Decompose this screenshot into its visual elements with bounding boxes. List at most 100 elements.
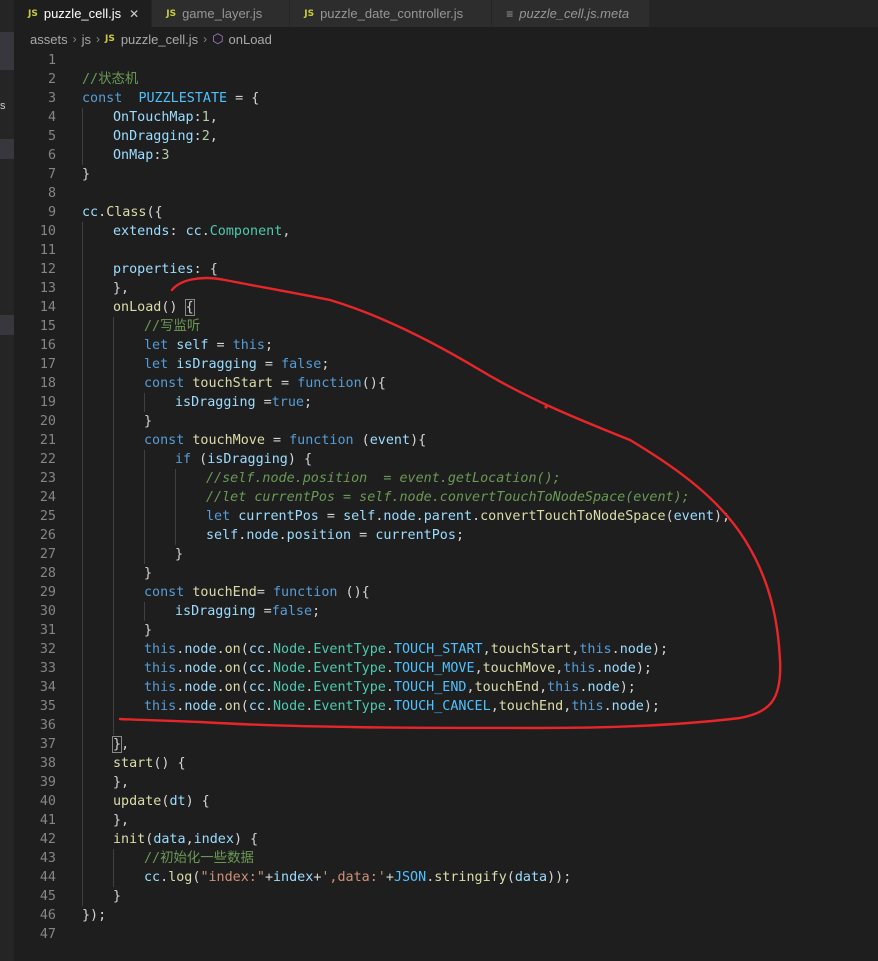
code-line[interactable]: 44 cc.log("index:"+index+',data:'+JSON.st… (14, 868, 878, 887)
tab-puzzle-cell-js[interactable]: JS puzzle_cell.js ✕ (14, 0, 153, 27)
indent-guide (82, 108, 83, 127)
code-line[interactable]: 9 cc.Class({ (14, 203, 878, 222)
code-token: Class (106, 205, 147, 220)
code-token: node (619, 642, 652, 657)
code-line[interactable]: 27} (14, 545, 878, 564)
code-line[interactable]: 39}, (14, 773, 878, 792)
code-line[interactable]: 29 const touchEnd= function (){ (14, 583, 878, 602)
line-number: 1 (47, 53, 56, 68)
code-token: = (264, 433, 290, 448)
code-token: ; (312, 604, 321, 619)
line-number: 19 (39, 395, 56, 410)
code-line[interactable]: 4 OnTouchMap:1, (14, 108, 878, 127)
tab-puzzle-cell-js-meta[interactable]: ≡ puzzle_cell.js.meta (492, 0, 651, 27)
code-token: ); (651, 642, 669, 657)
code-token: this (144, 661, 177, 676)
indent-guide (113, 716, 114, 735)
code-line[interactable]: 6 OnMap:3 (14, 146, 878, 165)
code-line[interactable]: 42 init(data,index) { (14, 830, 878, 849)
breadcrumb-item-assets[interactable]: assets (30, 32, 68, 47)
code-line[interactable]: 36 (14, 716, 878, 735)
code-line[interactable]: 1 (14, 51, 878, 70)
code-line[interactable]: 38 start() { (14, 754, 878, 773)
code-line[interactable]: 43 //初始化一些数据 (14, 849, 878, 868)
tab-puzzle-date-controller-js[interactable]: JS puzzle_date_controller.js (290, 0, 493, 27)
code-line[interactable]: 20} (14, 412, 878, 431)
tab-game-layer-js[interactable]: JS game_layer.js (152, 0, 291, 27)
code-line[interactable]: 40 update(dt) { (14, 792, 878, 811)
code-line[interactable]: 28} (14, 564, 878, 583)
code-token: } (82, 167, 91, 182)
code-line[interactable]: 14 onLoad() { (14, 298, 878, 317)
code-token: ( (240, 699, 249, 714)
code-line[interactable]: 16 let self = this; (14, 336, 878, 355)
code-line[interactable]: 8 (14, 184, 878, 203)
code-token: , (482, 642, 491, 657)
code-line[interactable]: 46}); (14, 906, 878, 925)
code-line[interactable]: 45} (14, 887, 878, 906)
code-line[interactable]: 18 const touchStart = function(){ (14, 374, 878, 393)
code-line[interactable]: 37}, (14, 735, 878, 754)
code-text: //状态机 (82, 70, 138, 89)
line-number: 3 (47, 91, 56, 106)
code-editor[interactable]: 1 2//状态机 3 const PUZZLESTATE = {4 OnTouchMap… (14, 51, 878, 961)
indent-guide (113, 564, 114, 583)
code-line[interactable]: 26 self.node.position = currentPos; (14, 526, 878, 545)
code-line[interactable]: 23 //self.node.position = event.getLocati… (14, 469, 878, 488)
code-line[interactable]: 3 const PUZZLESTATE = { (14, 89, 878, 108)
code-line[interactable]: 2 //状态机 (14, 70, 878, 89)
code-line[interactable]: 10 extends: cc.Component, (14, 222, 878, 241)
code-line[interactable]: 13}, (14, 279, 878, 298)
code-line[interactable]: 34 this.node.on(cc.Node.EventType.TOUCH_E… (14, 678, 878, 697)
indent-guide (144, 488, 145, 507)
code-line[interactable]: 31} (14, 621, 878, 640)
code-token: Node (273, 642, 306, 657)
code-token: ); (643, 699, 660, 714)
code-line[interactable]: 15 //写监听 (14, 317, 878, 336)
code-token: let (144, 357, 169, 372)
code-token: . (415, 509, 424, 524)
code-token: let (206, 509, 231, 524)
code-line[interactable]: 25 let currentPos = self.node.parent.conv… (14, 507, 878, 526)
chevron-right-icon: › (72, 32, 77, 46)
code-line[interactable]: 12 properties: { (14, 260, 878, 279)
code-text: OnDragging:2, (113, 127, 218, 146)
code-line[interactable]: 33 this.node.on(cc.Node.EventType.TOUCH_M… (14, 659, 878, 678)
code-token: OnTouchMap (113, 110, 194, 125)
breadcrumb-item-symbol[interactable]: onLoad (229, 32, 272, 47)
code-text: cc.log("index:"+index+',data:'+JSON.stri… (144, 868, 571, 887)
code-line[interactable]: 11 (14, 241, 878, 260)
code-token: , (466, 680, 475, 695)
tab-label: puzzle_date_controller.js (320, 6, 464, 21)
code-token: node (184, 661, 217, 676)
code-token: start (113, 756, 154, 771)
code-line[interactable]: 32 this.node.on(cc.Node.EventType.TOUCH_S… (14, 640, 878, 659)
code-line[interactable]: 30 isDragging =false; (14, 602, 878, 621)
code-line[interactable]: 24 //let currentPos = self.node.convertTo… (14, 488, 878, 507)
code-line[interactable]: 7} (14, 165, 878, 184)
code-line[interactable]: 17 let isDragging = false; (14, 355, 878, 374)
code-token: : { (193, 262, 218, 277)
chevron-right-icon: › (95, 32, 100, 46)
code-line[interactable]: 5 OnDragging:2, (14, 127, 878, 146)
code-token: )); (547, 870, 572, 885)
breadcrumb-item-js[interactable]: js (82, 32, 91, 47)
breadcrumb-item-file[interactable]: puzzle_cell.js (121, 32, 198, 47)
code-line[interactable]: 47 (14, 925, 878, 944)
close-icon[interactable]: ✕ (129, 7, 139, 21)
code-line[interactable]: 19 isDragging =true; (14, 393, 878, 412)
code-token: false (271, 604, 313, 619)
line-number: 38 (39, 756, 56, 771)
line-number: 34 (39, 680, 56, 695)
code-text: //初始化一些数据 (144, 849, 254, 868)
code-token: 3 (161, 148, 170, 163)
code-token: . (472, 509, 481, 524)
code-line[interactable]: 41}, (14, 811, 878, 830)
code-line[interactable]: 35 this.node.on(cc.Node.EventType.TOUCH_C… (14, 697, 878, 716)
code-line[interactable]: 22 if (isDragging) { (14, 450, 878, 469)
code-token: cc (248, 661, 265, 676)
code-token: self (343, 509, 376, 524)
line-number: 30 (39, 604, 56, 619)
code-line[interactable]: 21 const touchMove = function (event){ (14, 431, 878, 450)
code-text: this.node.on(cc.Node.EventType.TOUCH_STA… (144, 640, 668, 659)
